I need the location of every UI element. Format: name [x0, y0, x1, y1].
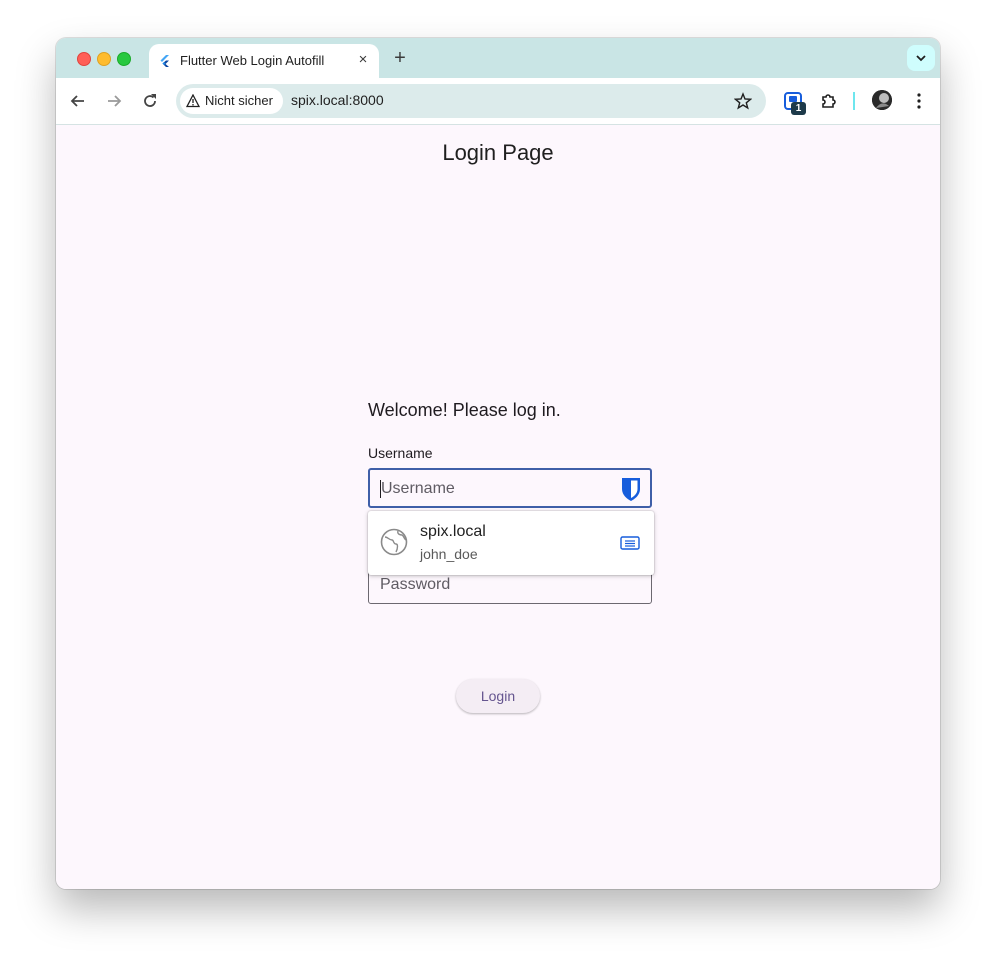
- back-icon[interactable]: [68, 91, 88, 111]
- security-chip[interactable]: Nicht sicher: [180, 88, 283, 114]
- welcome-text: Welcome! Please log in.: [368, 400, 561, 420]
- username-label: Username: [368, 445, 433, 461]
- password-placeholder: Password: [380, 576, 451, 593]
- extensions-puzzle-icon[interactable]: [819, 91, 839, 111]
- reload-icon[interactable]: [140, 91, 160, 111]
- autofill-suggestion[interactable]: spix.local john_doe: [368, 511, 654, 575]
- globe-icon: [380, 528, 408, 556]
- tab-close-icon[interactable]: ×: [355, 52, 371, 68]
- username-field[interactable]: Username: [368, 468, 652, 508]
- browser-tab[interactable]: Flutter Web Login Autofill ×: [149, 44, 379, 78]
- browser-window: Flutter Web Login Autofill × + Nicht sic…: [56, 38, 940, 889]
- page-title: Login Page: [442, 140, 554, 165]
- fill-credentials-icon[interactable]: [620, 536, 640, 550]
- tab-strip: Flutter Web Login Autofill × +: [56, 38, 940, 78]
- security-label: Nicht sicher: [205, 93, 273, 108]
- avatar-image: [872, 90, 892, 110]
- more-menu-icon[interactable]: [909, 91, 929, 111]
- close-window-button[interactable]: [77, 52, 91, 66]
- address-bar[interactable]: Nicht sicher spix.local:8000: [176, 84, 766, 118]
- profile-avatar[interactable]: [872, 90, 892, 110]
- minimize-window-button[interactable]: [97, 52, 111, 66]
- browser-toolbar: Nicht sicher spix.local:8000 1: [56, 78, 940, 125]
- extension-badge: 1: [791, 102, 806, 115]
- chevron-down-icon: [916, 55, 926, 62]
- page-content: Login Page Welcome! Please log in. Usern…: [56, 125, 940, 889]
- tab-search-button[interactable]: [907, 45, 935, 71]
- bitwarden-shield-icon[interactable]: [620, 476, 642, 502]
- warning-icon: [186, 94, 200, 108]
- flutter-icon: [160, 55, 169, 67]
- autofill-site: spix.local: [420, 523, 486, 540]
- autofill-username: john_doe: [420, 546, 478, 562]
- bookmark-star-icon[interactable]: [734, 92, 752, 110]
- url-text[interactable]: spix.local:8000: [291, 92, 384, 108]
- tab-title: Flutter Web Login Autofill: [180, 53, 325, 68]
- fullscreen-window-button[interactable]: [117, 52, 131, 66]
- login-button[interactable]: Login: [456, 679, 540, 713]
- toolbar-divider: [853, 92, 855, 110]
- new-tab-button[interactable]: +: [389, 48, 411, 70]
- username-placeholder: Username: [381, 480, 455, 497]
- forward-icon[interactable]: [104, 91, 124, 111]
